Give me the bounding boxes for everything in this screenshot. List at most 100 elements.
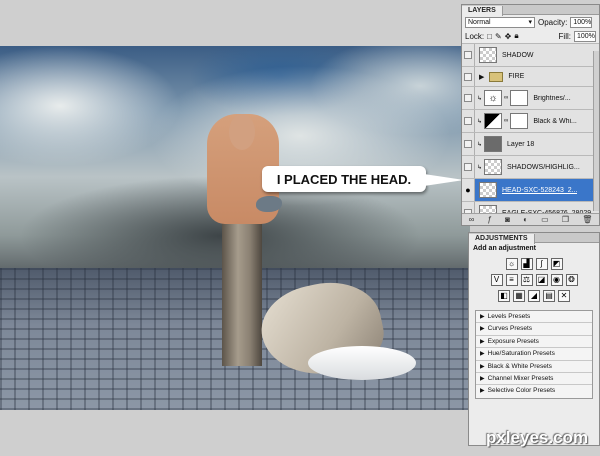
callout-pointer <box>424 174 464 186</box>
preset-label: Curves Presets <box>487 325 533 333</box>
new-layer-icon[interactable]: ❐ <box>562 215 569 224</box>
eye-icon[interactable]: ● <box>462 178 475 202</box>
visibility-box <box>464 94 472 102</box>
blend-mode-value: Normal <box>468 18 491 26</box>
new-adjustment-icon[interactable]: ◐ <box>523 215 528 224</box>
watermark: pxleyes.com <box>486 428 589 447</box>
fill-input[interactable]: 100% <box>574 30 596 42</box>
photo-filter-icon[interactable]: ◉ <box>550 274 563 286</box>
presets-list: ▶ Levels Presets ▶ Curves Presets ▶ Exposur… <box>475 310 593 399</box>
visibility-box <box>464 117 472 125</box>
chevron-down-icon: ▾ <box>528 18 532 26</box>
layer-row[interactable]: SHADOW <box>462 43 599 67</box>
threshold-icon[interactable]: ◢ <box>528 290 540 302</box>
color-balance-icon[interactable]: ⚖ <box>520 274 533 286</box>
preset-item[interactable]: ▶ Black & White Presets <box>476 361 592 373</box>
visibility-box <box>464 72 472 81</box>
curves-icon[interactable]: ∫ <box>535 258 548 270</box>
expand-arrow-icon: ▶ <box>480 351 485 358</box>
clip-arrow-icon: ↳ <box>477 141 483 148</box>
visibility-box <box>464 51 472 59</box>
channel-mixer-icon[interactable]: ❂ <box>565 274 578 286</box>
layer-style-icon[interactable]: ƒ <box>487 215 491 224</box>
blend-mode-select[interactable]: Normal ▾ <box>465 16 535 28</box>
layers-panel: LAYERS Normal ▾ Opacity: 100% Lock: □ ✎ … <box>461 4 600 226</box>
preset-label: Exposure Presets <box>487 337 539 345</box>
preset-item[interactable]: ▶ Curves Presets <box>476 323 592 336</box>
layer-row-selected[interactable]: ● HEAD-SXC-528243_2... <box>462 178 599 202</box>
posterize-icon[interactable]: ▦ <box>513 290 525 302</box>
levels-icon[interactable]: ▟ <box>520 258 533 270</box>
tab-adjustments[interactable]: ADJUSTMENTS <box>469 234 535 244</box>
folder-icon <box>489 71 504 82</box>
lock-label: Lock: <box>465 31 485 41</box>
gradient-map-icon[interactable]: ▤ <box>543 290 555 302</box>
preset-item[interactable]: ▶ Levels Presets <box>476 311 592 324</box>
layer-group-row[interactable]: ▶ FIRE <box>462 66 599 87</box>
adjustments-tab-bar: ADJUSTMENTS <box>469 233 599 244</box>
expand-arrow-icon[interactable]: ▶ <box>479 73 484 81</box>
mask-thumbnail <box>510 113 529 129</box>
selective-color-icon[interactable]: ✕ <box>558 290 570 302</box>
layer-name: SHADOWS/HIGHLIG... <box>507 163 580 171</box>
opacity-label: Opacity: <box>538 17 568 27</box>
visibility-toggle[interactable] <box>462 109 475 133</box>
lock-position-icon[interactable]: ✥ <box>505 32 512 41</box>
visibility-toggle[interactable] <box>462 86 475 110</box>
hue-saturation-icon[interactable]: ≡ <box>505 274 518 286</box>
layers-scrollbar[interactable] <box>593 51 599 211</box>
clip-arrow-icon: ↳ <box>477 118 483 125</box>
brightness-icon: ☼ <box>484 90 503 106</box>
preset-item[interactable]: ▶ Exposure Presets <box>476 336 592 349</box>
tab-layers[interactable]: LAYERS <box>462 6 503 16</box>
add-mask-icon[interactable]: ◙ <box>505 215 510 224</box>
link-layers-icon[interactable]: ∞ <box>469 215 475 224</box>
layer-row[interactable]: ↳ ∞ Black & Whi... <box>462 109 599 133</box>
clip-arrow-icon: ↳ <box>477 164 483 171</box>
black-white-icon[interactable]: ◪ <box>535 274 548 286</box>
adjustment-icons-row-2: V ≡ ⚖ ◪ ◉ ❂ <box>469 274 599 286</box>
mask-thumbnail <box>510 90 529 106</box>
visibility-toggle[interactable] <box>462 155 475 179</box>
visibility-toggle[interactable] <box>462 66 475 87</box>
clip-arrow-icon: ↳ <box>477 95 483 102</box>
adjustments-heading: Add an adjustment <box>473 245 537 252</box>
adjustment-icons-row-1: ☼ ▟ ∫ ◩ <box>469 258 599 270</box>
layer-row[interactable]: ↳ ☼ ∞ Brightnes/... <box>462 86 599 110</box>
expand-arrow-icon: ▶ <box>480 375 485 382</box>
visibility-toggle[interactable] <box>462 43 475 67</box>
brightness-icon[interactable]: ☼ <box>505 258 518 270</box>
layer-thumbnail <box>479 47 497 63</box>
opacity-input[interactable]: 100% <box>570 16 593 28</box>
preset-item[interactable]: ▶ Hue/Saturation Presets <box>476 348 592 361</box>
lock-icon[interactable]: 🔒︎ <box>514 31 518 41</box>
lock-transparency-icon[interactable]: □ <box>487 32 492 41</box>
exposure-icon[interactable]: ◩ <box>550 258 563 270</box>
preset-item[interactable]: ▶ Selective Color Presets <box>476 385 592 397</box>
expand-arrow-icon: ▶ <box>480 326 485 333</box>
preset-label: Hue/Saturation Presets <box>487 350 555 358</box>
layers-footer-toolbar: ∞ ƒ ◙ ◐ ▭ ❐ 🗑︎ <box>462 213 599 225</box>
layers-tab-bar: LAYERS <box>462 5 599 16</box>
layer-name: HEAD-SXC-528243_2... <box>502 186 578 194</box>
expand-arrow-icon: ▶ <box>480 388 485 395</box>
blend-row: Normal ▾ Opacity: 100% <box>462 15 599 29</box>
visibility-toggle[interactable] <box>462 132 475 156</box>
preset-item[interactable]: ▶ Channel Mixer Presets <box>476 373 592 386</box>
fill-label: Fill: <box>558 31 571 41</box>
trash-icon[interactable]: 🗑︎ <box>582 215 592 224</box>
preset-label: Selective Color Presets <box>487 387 556 395</box>
photoshop-workspace: I PLACED THE HEAD. LAYERS Normal ▾ Opaci… <box>0 0 600 456</box>
preset-label: Levels Presets <box>487 313 531 320</box>
new-group-icon[interactable]: ▭ <box>541 215 549 224</box>
document-canvas[interactable] <box>0 46 470 410</box>
layer-name: Brightnes/... <box>533 94 571 102</box>
layer-row[interactable]: ↳ Layer 18 <box>462 132 599 156</box>
layer-row[interactable]: ↳ SHADOWS/HIGHLIG... <box>462 155 599 179</box>
invert-icon[interactable]: ◧ <box>498 290 510 302</box>
vibrance-icon[interactable]: V <box>490 274 503 286</box>
lock-row: Lock: □ ✎ ✥ 🔒︎ Fill: 100% <box>462 29 599 43</box>
layer-thumbnail <box>479 182 497 198</box>
layer-name: FIRE <box>508 73 525 80</box>
lock-pixels-icon[interactable]: ✎ <box>495 32 502 41</box>
